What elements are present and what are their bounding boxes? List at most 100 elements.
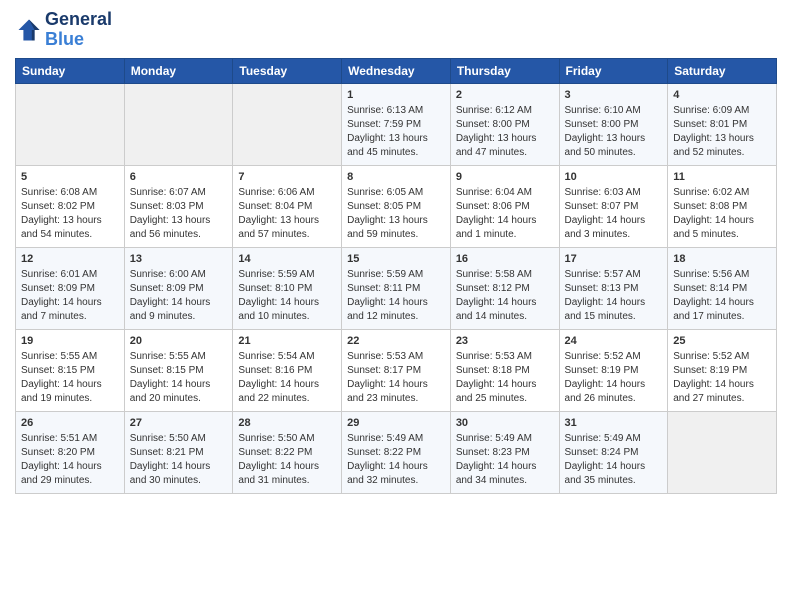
daylight: Daylight: 14 hours and 7 minutes. (21, 297, 102, 322)
day-number: 15 (347, 252, 445, 267)
day-number: 25 (673, 334, 771, 349)
day-cell: 9Sunrise: 6:04 AMSunset: 8:06 PMDaylight… (450, 165, 559, 247)
sunrise: Sunrise: 5:58 AM (456, 269, 532, 280)
week-row-2: 5Sunrise: 6:08 AMSunset: 8:02 PMDaylight… (16, 165, 777, 247)
sunset: Sunset: 8:17 PM (347, 365, 421, 376)
day-number: 26 (21, 416, 119, 431)
day-cell: 17Sunrise: 5:57 AMSunset: 8:13 PMDayligh… (559, 247, 668, 329)
daylight: Daylight: 13 hours and 57 minutes. (238, 215, 319, 240)
day-cell (233, 83, 342, 165)
sunrise: Sunrise: 5:50 AM (238, 433, 314, 444)
day-cell: 7Sunrise: 6:06 AMSunset: 8:04 PMDaylight… (233, 165, 342, 247)
sunset: Sunset: 8:23 PM (456, 447, 530, 458)
sunset: Sunset: 8:18 PM (456, 365, 530, 376)
sunset: Sunset: 8:01 PM (673, 119, 747, 130)
sunset: Sunset: 8:08 PM (673, 201, 747, 212)
daylight: Daylight: 14 hours and 12 minutes. (347, 297, 428, 322)
sunset: Sunset: 8:21 PM (130, 447, 204, 458)
daylight: Daylight: 14 hours and 31 minutes. (238, 461, 319, 486)
day-cell (16, 83, 125, 165)
daylight: Daylight: 13 hours and 52 minutes. (673, 133, 754, 158)
sunrise: Sunrise: 5:59 AM (347, 269, 423, 280)
day-cell: 1Sunrise: 6:13 AMSunset: 7:59 PMDaylight… (342, 83, 451, 165)
logo-icon (15, 16, 43, 44)
day-number: 2 (456, 88, 554, 103)
day-number: 22 (347, 334, 445, 349)
daylight: Daylight: 14 hours and 32 minutes. (347, 461, 428, 486)
day-cell: 31Sunrise: 5:49 AMSunset: 8:24 PMDayligh… (559, 411, 668, 493)
day-header-friday: Friday (559, 58, 668, 83)
day-number: 19 (21, 334, 119, 349)
daylight: Daylight: 14 hours and 23 minutes. (347, 379, 428, 404)
sunrise: Sunrise: 6:09 AM (673, 105, 749, 116)
sunset: Sunset: 8:05 PM (347, 201, 421, 212)
day-cell: 26Sunrise: 5:51 AMSunset: 8:20 PMDayligh… (16, 411, 125, 493)
daylight: Daylight: 14 hours and 5 minutes. (673, 215, 754, 240)
day-cell: 16Sunrise: 5:58 AMSunset: 8:12 PMDayligh… (450, 247, 559, 329)
day-cell: 19Sunrise: 5:55 AMSunset: 8:15 PMDayligh… (16, 329, 125, 411)
sunrise: Sunrise: 5:53 AM (456, 351, 532, 362)
day-cell: 22Sunrise: 5:53 AMSunset: 8:17 PMDayligh… (342, 329, 451, 411)
calendar-table: SundayMondayTuesdayWednesdayThursdayFrid… (15, 58, 777, 494)
daylight: Daylight: 13 hours and 45 minutes. (347, 133, 428, 158)
daylight: Daylight: 13 hours and 56 minutes. (130, 215, 211, 240)
day-number: 27 (130, 416, 228, 431)
day-number: 24 (565, 334, 663, 349)
day-number: 20 (130, 334, 228, 349)
day-cell: 6Sunrise: 6:07 AMSunset: 8:03 PMDaylight… (124, 165, 233, 247)
sunrise: Sunrise: 6:01 AM (21, 269, 97, 280)
sunrise: Sunrise: 6:02 AM (673, 187, 749, 198)
sunset: Sunset: 8:06 PM (456, 201, 530, 212)
daylight: Daylight: 14 hours and 10 minutes. (238, 297, 319, 322)
logo: General Blue (15, 10, 112, 50)
day-cell: 13Sunrise: 6:00 AMSunset: 8:09 PMDayligh… (124, 247, 233, 329)
sunset: Sunset: 8:04 PM (238, 201, 312, 212)
sunset: Sunset: 8:16 PM (238, 365, 312, 376)
sunset: Sunset: 8:09 PM (130, 283, 204, 294)
sunrise: Sunrise: 6:05 AM (347, 187, 423, 198)
day-number: 28 (238, 416, 336, 431)
sunrise: Sunrise: 6:12 AM (456, 105, 532, 116)
daylight: Daylight: 13 hours and 54 minutes. (21, 215, 102, 240)
day-number: 17 (565, 252, 663, 267)
day-cell: 8Sunrise: 6:05 AMSunset: 8:05 PMDaylight… (342, 165, 451, 247)
day-number: 31 (565, 416, 663, 431)
daylight: Daylight: 13 hours and 50 minutes. (565, 133, 646, 158)
sunrise: Sunrise: 6:10 AM (565, 105, 641, 116)
day-cell: 18Sunrise: 5:56 AMSunset: 8:14 PMDayligh… (668, 247, 777, 329)
sunset: Sunset: 8:24 PM (565, 447, 639, 458)
day-header-wednesday: Wednesday (342, 58, 451, 83)
sunset: Sunset: 8:15 PM (21, 365, 95, 376)
sunset: Sunset: 8:19 PM (673, 365, 747, 376)
daylight: Daylight: 14 hours and 34 minutes. (456, 461, 537, 486)
day-cell: 24Sunrise: 5:52 AMSunset: 8:19 PMDayligh… (559, 329, 668, 411)
logo-line2: Blue (45, 30, 112, 50)
day-cell: 30Sunrise: 5:49 AMSunset: 8:23 PMDayligh… (450, 411, 559, 493)
sunset: Sunset: 8:14 PM (673, 283, 747, 294)
day-number: 6 (130, 170, 228, 185)
day-cell: 10Sunrise: 6:03 AMSunset: 8:07 PMDayligh… (559, 165, 668, 247)
daylight: Daylight: 14 hours and 19 minutes. (21, 379, 102, 404)
day-number: 1 (347, 88, 445, 103)
daylight: Daylight: 14 hours and 1 minute. (456, 215, 537, 240)
week-row-4: 19 Sunrise: 5:55 AM Sunset: 8:15 PM Dayligh… (16, 329, 777, 411)
sunrise: Sunrise: 5:55 AM (130, 351, 206, 362)
day-cell: 29Sunrise: 5:49 AMSunset: 8:22 PMDayligh… (342, 411, 451, 493)
sunrise: Sunrise: 6:07 AM (130, 187, 206, 198)
day-cell (668, 411, 777, 493)
day-number: 18 (673, 252, 771, 267)
day-number: 23 (456, 334, 554, 349)
week-row-1: 1Sunrise: 6:13 AMSunset: 7:59 PMDaylight… (16, 83, 777, 165)
day-header-sunday: Sunday (16, 58, 125, 83)
sunset: Sunset: 8:00 PM (456, 119, 530, 130)
day-number: 13 (130, 252, 228, 267)
daylight: Daylight: 14 hours and 14 minutes. (456, 297, 537, 322)
sunrise: Sunrise: 5:49 AM (565, 433, 641, 444)
daylight: Daylight: 14 hours and 30 minutes. (130, 461, 211, 486)
sunset: Sunset: 8:20 PM (21, 447, 95, 458)
day-headers-row: SundayMondayTuesdayWednesdayThursdayFrid… (16, 58, 777, 83)
sunset: Sunset: 8:15 PM (130, 365, 204, 376)
daylight: Daylight: 14 hours and 15 minutes. (565, 297, 646, 322)
day-cell: 3Sunrise: 6:10 AMSunset: 8:00 PMDaylight… (559, 83, 668, 165)
logo-line1: General (45, 10, 112, 30)
